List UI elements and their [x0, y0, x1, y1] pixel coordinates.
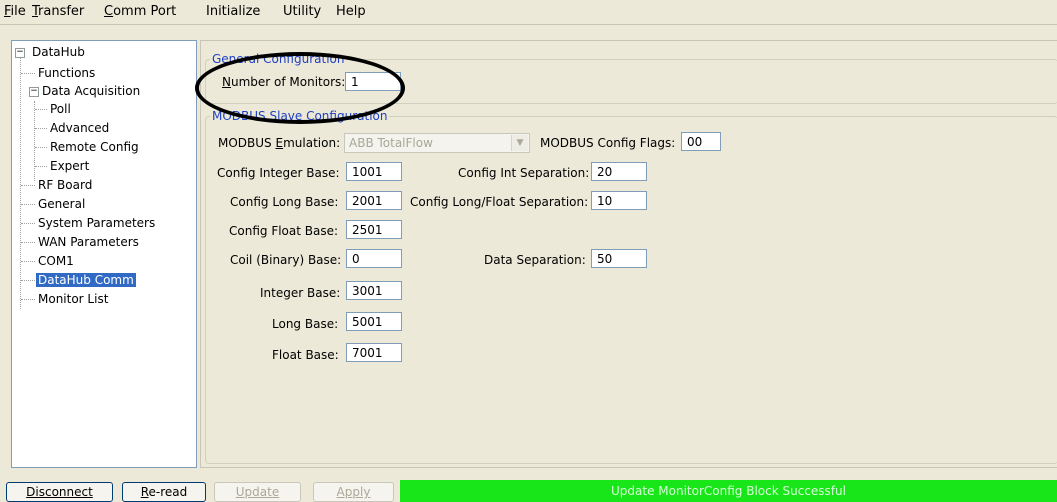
modbus-emulation-label: MODBUS Emulation:: [218, 136, 341, 150]
collapse-icon[interactable]: −: [29, 87, 39, 97]
tree-item-monitor-list[interactable]: Monitor List: [36, 292, 110, 306]
float-base-field[interactable]: 7001: [346, 343, 402, 362]
num-monitors-label: Number of Monitors:: [222, 75, 346, 89]
menu-comm-port[interactable]: Comm Port: [104, 4, 176, 19]
tree-item-general[interactable]: General: [36, 197, 87, 211]
tree-item-system-parameters[interactable]: System Parameters: [36, 216, 157, 230]
collapse-icon[interactable]: −: [15, 48, 25, 58]
disconnect-button[interactable]: Disconnect: [6, 482, 113, 502]
tree-item-com1[interactable]: COM1: [36, 254, 76, 268]
config-int-separation-field[interactable]: 20: [591, 162, 647, 181]
menu-bar: File Transfer Comm Port Initialize Utili…: [0, 0, 1057, 25]
data-separation-label: Data Separation:: [484, 253, 586, 267]
tree-connector: [21, 299, 35, 300]
config-integer-base-field[interactable]: 1001: [346, 162, 402, 181]
tree-connector: [35, 166, 47, 167]
data-separation-field[interactable]: 50: [591, 249, 647, 268]
menu-utility[interactable]: Utility: [283, 4, 321, 19]
tree-connector: [20, 55, 21, 309]
tree-connector: [34, 101, 35, 181]
tree-item-functions[interactable]: Functions: [36, 66, 97, 80]
long-base-label: Long Base:: [272, 317, 339, 331]
status-message: Update MonitorConfig Block Successful: [400, 480, 1057, 502]
config-long-base-field[interactable]: 2001: [346, 191, 402, 210]
menu-file[interactable]: File: [4, 4, 26, 19]
config-integer-base-label: Config Integer Base:: [217, 166, 340, 180]
tree-item-datahub-comm[interactable]: DataHub Comm: [36, 273, 136, 287]
config-longfloat-separation-field[interactable]: 10: [591, 191, 647, 210]
tree-connector: [35, 109, 47, 110]
tree-connector: [21, 261, 35, 262]
modbus-emulation-select[interactable]: ABB TotalFlow ▼: [344, 133, 530, 153]
integer-base-field[interactable]: 3001: [346, 281, 402, 300]
tree-item-advanced[interactable]: Advanced: [48, 121, 111, 135]
long-base-field[interactable]: 5001: [346, 312, 402, 331]
config-long-base-label: Config Long Base:: [230, 195, 339, 209]
reread-button[interactable]: Re-read: [122, 482, 206, 502]
menu-initialize[interactable]: Initialize: [206, 4, 260, 19]
integer-base-label: Integer Base:: [260, 286, 341, 300]
tree-connector: [21, 204, 35, 205]
menu-help[interactable]: Help: [336, 4, 366, 19]
update-button[interactable]: Update: [214, 482, 301, 502]
config-float-base-field[interactable]: 2501: [346, 220, 402, 239]
modbus-config-flags-label: MODBUS Config Flags:: [540, 136, 676, 150]
config-longfloat-separation-label: Config Long/Float Separation:: [410, 195, 589, 209]
modbus-config-title: MODBUS Slave Configuration: [210, 109, 390, 123]
modbus-config-flags-field[interactable]: 00: [681, 132, 721, 151]
coil-base-field[interactable]: 0: [346, 249, 402, 268]
tree-connector: [21, 223, 35, 224]
tree-connector: [21, 185, 35, 186]
tree-item-data-acquisition[interactable]: Data Acquisition: [40, 84, 142, 98]
num-monitors-field[interactable]: 1: [345, 72, 401, 91]
tree-item-expert[interactable]: Expert: [48, 159, 91, 173]
tree-item-rf-board[interactable]: RF Board: [36, 178, 94, 192]
tree-item-remote-config[interactable]: Remote Config: [48, 140, 141, 154]
float-base-label: Float Base:: [272, 348, 339, 362]
config-float-base-label: Config Float Base:: [229, 224, 339, 238]
apply-button[interactable]: Apply: [313, 482, 394, 502]
tree-connector: [21, 73, 35, 74]
tree-connector: [21, 280, 35, 281]
navigation-tree[interactable]: − DataHub Functions − Data Acquisition P…: [11, 40, 197, 468]
config-int-separation-label: Config Int Separation:: [458, 166, 590, 180]
tree-connector: [21, 242, 35, 243]
coil-base-label: Coil (Binary) Base:: [230, 253, 342, 267]
tree-item-datahub[interactable]: DataHub: [30, 45, 87, 59]
tree-item-poll[interactable]: Poll: [48, 102, 73, 116]
tree-item-wan-parameters[interactable]: WAN Parameters: [36, 235, 141, 249]
tree-connector: [35, 128, 47, 129]
tree-connector: [35, 147, 47, 148]
chevron-down-icon[interactable]: ▼: [511, 135, 528, 151]
menu-transfer[interactable]: Transfer: [32, 4, 84, 19]
general-config-title: General Configuration: [210, 52, 347, 66]
